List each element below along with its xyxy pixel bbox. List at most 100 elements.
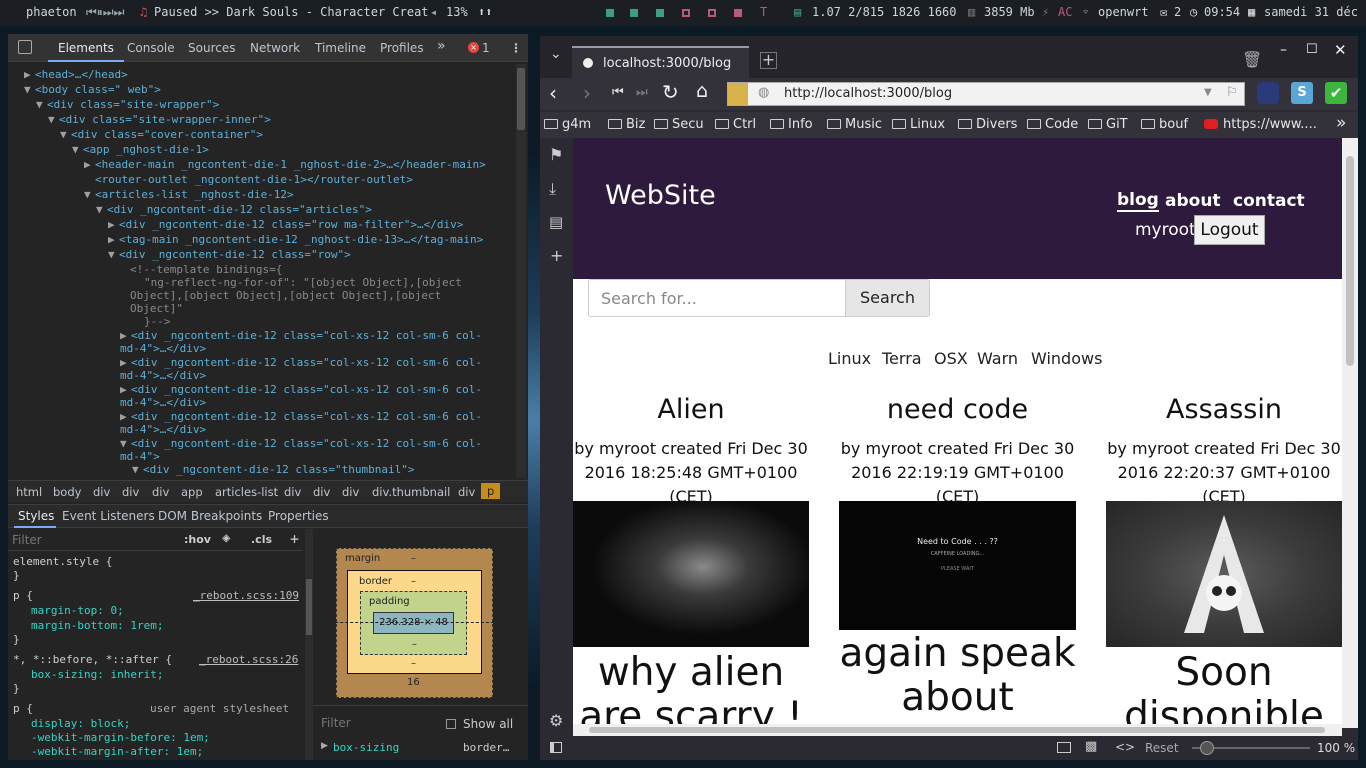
tree-node[interactable]: ▶ <div _ngcontent-die-12 class="col-xs-12… — [120, 410, 482, 423]
tree-node[interactable]: ▶ <div _ngcontent-die-12 class="row ma-fi… — [108, 218, 463, 231]
hov-toggle[interactable]: :hov — [184, 533, 211, 546]
bookmark-folder[interactable]: Code — [1027, 117, 1078, 132]
tree-comment[interactable]: Object],[object Object],[object Object],… — [130, 289, 441, 302]
tab-console[interactable]: Console — [127, 41, 175, 55]
style-declaration[interactable]: display: block; — [31, 717, 130, 730]
bookmark-link[interactable]: https://www.... — [1204, 117, 1317, 132]
box-content[interactable]: 236.328 × 48 — [373, 612, 454, 634]
tree-comment[interactable]: Object]" — [130, 302, 183, 315]
box-padding[interactable]: padding – 236.328 × 48 — [360, 591, 467, 655]
forward-icon[interactable]: › — [583, 81, 591, 105]
tab-profiles[interactable]: Profiles — [380, 41, 424, 55]
tab-sources[interactable]: Sources — [188, 41, 235, 55]
article-title[interactable]: Alien — [573, 394, 809, 425]
media-controls[interactable]: ⏮⏸⏭⏭ — [86, 5, 124, 20]
tree-node[interactable]: ▼ <div _ngcontent-die-12 class="row"> — [108, 248, 351, 261]
image-toggle-icon[interactable]: ▩ — [1085, 739, 1097, 754]
error-icon[interactable]: × — [468, 42, 479, 53]
tree-node[interactable]: ▶ <div _ngcontent-die-12 class="col-xs-12… — [120, 383, 482, 396]
tag-linux[interactable]: Linux — [828, 349, 871, 368]
tree-comment[interactable]: "ng-reflect-ng-for-of": "[object Object]… — [144, 276, 462, 289]
expand-icon[interactable]: ▶ — [321, 741, 328, 751]
url-dropdown-icon[interactable]: ▼ — [1204, 87, 1212, 98]
crumb-div[interactable]: div — [152, 485, 169, 499]
tree-node[interactable]: md-4">…</div> — [120, 369, 206, 382]
tab-elements[interactable]: Elements — [58, 41, 114, 55]
scrollbar-thumb[interactable] — [306, 579, 312, 635]
bookmark-folder[interactable]: Divers — [958, 117, 1017, 132]
bookmark-folder[interactable]: Secu — [654, 117, 704, 132]
search-button[interactable]: Search — [845, 279, 930, 317]
home-icon[interactable]: ⌂ — [696, 80, 708, 102]
notes-icon[interactable]: ▤ — [549, 213, 563, 231]
style-declaration[interactable]: -webkit-margin-after: 1em; — [31, 745, 203, 758]
tree-node[interactable]: md-4"> — [120, 450, 160, 463]
last-page-icon[interactable]: ⏭ — [636, 85, 648, 100]
error-count[interactable]: 1 — [482, 41, 490, 55]
bookmark-folder[interactable]: bouf — [1141, 117, 1188, 132]
tab-styles[interactable]: Styles — [18, 509, 54, 523]
bookmarks-panel-icon[interactable]: ⚑ — [549, 145, 563, 164]
zoom-slider[interactable] — [1192, 741, 1310, 755]
show-all-checkbox[interactable] — [446, 719, 456, 729]
bookmarks-more-button[interactable]: » — [1336, 113, 1346, 133]
inspect-element-icon[interactable] — [18, 40, 32, 54]
tab-network[interactable]: Network — [250, 41, 300, 55]
new-rule-button[interactable]: + — [290, 530, 299, 548]
tree-node[interactable]: ▼ <body class=" web"> — [24, 83, 161, 96]
minimize-icon[interactable]: – — [1280, 42, 1287, 58]
style-selector[interactable]: p { — [13, 702, 33, 715]
tree-node[interactable]: ▼ <div class="site-wrapper-inner"> — [48, 113, 271, 126]
tab-list-icon[interactable]: ⌄ — [550, 46, 562, 62]
tree-node[interactable]: ▶ <tag-main _ngcontent-die-12 _nghost-die… — [108, 233, 483, 246]
crumb-div[interactable]: div — [458, 485, 475, 499]
zoom-slider-handle[interactable] — [1200, 741, 1214, 755]
back-icon[interactable]: ‹ — [549, 81, 557, 105]
close-icon[interactable]: ✕ — [1334, 41, 1347, 59]
tree-node[interactable]: ▼ <div _ngcontent-die-12 class="articles"… — [96, 203, 372, 216]
style-source-link[interactable]: _reboot.scss:26 — [199, 653, 298, 666]
style-selector[interactable]: p { — [13, 589, 33, 602]
logout-button[interactable]: Logout — [1194, 215, 1265, 245]
tree-comment[interactable]: <!--template bindings={ — [130, 263, 282, 276]
tree-node[interactable]: md-4">…</div> — [120, 396, 206, 409]
tab-event-listeners[interactable]: Event Listeners — [62, 509, 155, 523]
page-vertical-scrollbar[interactable] — [1342, 138, 1358, 728]
scrollbar-thumb[interactable] — [1346, 156, 1354, 366]
crumb-div[interactable]: div — [342, 485, 359, 499]
box-margin[interactable]: margin – 16 border – – padding – 236.328… — [315, 548, 514, 698]
article-thumbnail-code[interactable]: Need to Code . . . ?? CAFFEINE LOADING..… — [839, 501, 1076, 630]
first-page-icon[interactable]: ⏮ — [612, 85, 624, 100]
styles-filter-input[interactable] — [12, 531, 172, 549]
nav-blog[interactable]: blog — [1117, 191, 1159, 212]
crumb-div[interactable]: div — [284, 485, 301, 499]
bookmark-folder[interactable]: Ctrl — [715, 117, 756, 132]
skype-icon[interactable]: S — [1291, 82, 1313, 104]
nav-contact[interactable]: contact — [1233, 191, 1305, 211]
trash-icon[interactable]: 🗑 — [1242, 50, 1262, 69]
article-title[interactable]: need code — [839, 394, 1076, 425]
workspace-6-icon[interactable] — [734, 9, 742, 17]
bookmark-star-icon[interactable]: ⚐ — [1226, 85, 1238, 100]
more-tabs-button[interactable]: » — [437, 38, 446, 54]
extension-icon[interactable] — [1257, 82, 1279, 104]
crumb-articles-list[interactable]: articles-list — [215, 485, 278, 499]
style-selector[interactable]: *, *::before, *::after { — [13, 653, 172, 666]
workspace-5-icon[interactable] — [708, 9, 716, 17]
article-thumbnail-alien[interactable] — [573, 501, 809, 647]
url-text[interactable]: http://localhost:3000/blog — [784, 86, 952, 101]
style-declaration[interactable]: margin-top: 0; — [31, 604, 124, 617]
scrollbar-thumb[interactable] — [517, 68, 525, 130]
dom-tree[interactable]: ▶ <head>…</head> ▼ <body class=" web"> ▼ <d… — [8, 64, 528, 478]
bookmark-folder[interactable]: Info — [770, 117, 813, 132]
reload-icon[interactable]: ↻ — [662, 80, 679, 104]
workspace-3-icon[interactable] — [656, 9, 664, 17]
bookmark-folder[interactable]: Linux — [892, 117, 945, 132]
tree-node[interactable]: ▶ <div _ngcontent-die-12 class="col-xs-12… — [120, 356, 482, 369]
maximize-icon[interactable]: ☐ — [1306, 42, 1318, 57]
search-input[interactable]: Search for... — [588, 279, 846, 317]
style-source-link[interactable]: _reboot.scss:109 — [193, 589, 299, 602]
bookmark-folder[interactable]: GiT — [1088, 117, 1128, 132]
page-actions-icon[interactable]: <> — [1115, 740, 1135, 754]
crumb-div-thumbnail[interactable]: div.thumbnail — [372, 485, 450, 499]
